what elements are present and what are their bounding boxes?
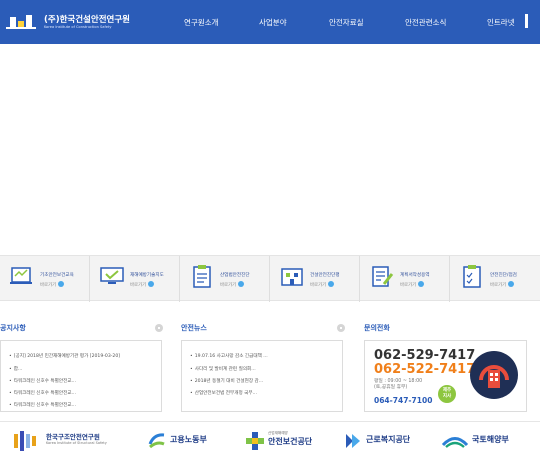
quick-link-go: 바로가기 [490, 283, 507, 288]
laptop-board-icon [10, 267, 32, 284]
nav-item-news[interactable]: 안전관련소식 [405, 17, 446, 28]
arrow-circle-icon [238, 281, 245, 287]
holiday-note: (토,공휴일 휴무) [374, 385, 408, 390]
jeju-branch-badge[interactable]: 제주 지사 [438, 385, 456, 403]
news-item[interactable]: 19.07.16 사고사망 감소 긴급대책 ... [190, 353, 268, 359]
quick-link-label: 안전진단/점검 [490, 273, 517, 278]
kiss-logo-icon [14, 431, 36, 451]
arrow-circle-icon [418, 281, 425, 287]
main-nav: 연구원소개 사업분야 안전자료실 안전관련소식 인트라넷 [0, 0, 540, 44]
quick-link-label: 기초안전보건교육 [40, 273, 74, 278]
building-icon [281, 268, 303, 286]
quick-link-diagnosis[interactable]: 산업법안전진단 바로가기 [180, 256, 270, 302]
notice-box: [공지] 2018년 민간재해예방기관 평가 [2019-03-20] 합...… [0, 340, 162, 412]
notice-item[interactable]: 타워크레인 신호수 특별안전교... [9, 378, 76, 384]
partner-kiss[interactable]: 한국구조안전연구원 Korea Institute of Structural … [12, 429, 127, 453]
partner-moel[interactable]: 고용노동부 [148, 429, 228, 453]
nav-item-business[interactable]: 사업분야 [259, 17, 287, 28]
kosha-logo-icon [246, 432, 264, 450]
quick-link-prevention[interactable]: 재해예방기술지도 바로가기 [90, 256, 180, 302]
notice-item[interactable]: 타워크레인 신호수 특별안전교... [9, 390, 76, 396]
document-pen-icon [372, 266, 394, 287]
monitor-check-icon [100, 267, 124, 284]
quick-link-go: 바로가기 [310, 283, 327, 288]
quick-link-label: 계획서작성용역 [400, 273, 430, 278]
quick-link-construction[interactable]: 건설안전진단평 바로가기 [270, 256, 360, 302]
partner-name: 안전보건공단 [268, 437, 313, 446]
phone-building-icon [470, 351, 518, 399]
partner-name: 국토해양부 [472, 435, 509, 444]
quick-link-plan[interactable]: 계획서작성용역 바로가기 [360, 256, 450, 302]
partner-comwel[interactable]: 근로복지공단 [344, 429, 424, 453]
arrow-circle-icon [58, 281, 65, 287]
partner-name: 근로복지공단 [366, 435, 411, 444]
phone-sub[interactable]: 062-522-7417 [374, 362, 475, 377]
partner-kosha[interactable]: 산업재해예방 안전보건공단 [246, 429, 326, 453]
arrow-circle-icon [508, 281, 515, 287]
partner-molit[interactable]: 국토해양부 [442, 429, 532, 453]
notice-more-icon[interactable] [155, 324, 163, 332]
notice-item[interactable]: 합... [9, 366, 23, 372]
quick-link-go: 바로가기 [40, 283, 57, 288]
quick-link-education[interactable]: 기초안전보건교육 바로가기 [0, 256, 90, 302]
quick-link-inspection[interactable]: 안전진단/점검 바로가기 [450, 256, 540, 302]
partner-name: 고용노동부 [170, 435, 207, 444]
quick-link-label: 재해예방기술지도 [130, 273, 164, 278]
partner-name: 한국구조안전연구원 [46, 433, 100, 441]
notice-item[interactable]: [공지] 2018년 민간재해예방기관 평가 [2019-03-20] [9, 353, 120, 359]
comwel-logo-icon [346, 434, 360, 448]
partner-sub: Korea Institute of Structural Safety [46, 441, 107, 445]
nav-edge-marker [525, 14, 528, 28]
news-item[interactable]: 산업안전보건법 전부개정 국무... [190, 390, 257, 396]
partner-logos: 한국구조안전연구원 Korea Institute of Structural … [0, 421, 540, 462]
quick-links-bar: 기초안전보건교육 바로가기 재해예방기술지도 바로가기 산업법안전진단 바로가기… [0, 255, 540, 302]
quick-link-go: 바로가기 [130, 283, 147, 288]
nav-item-about[interactable]: 연구원소개 [184, 17, 219, 28]
news-title[interactable]: 안전뉴스 [181, 323, 207, 333]
news-item[interactable]: 사다리 및 발비계 관련 질의회... [190, 366, 256, 372]
phone-main[interactable]: 062-529-7417 [374, 348, 475, 363]
arrow-circle-icon [148, 281, 155, 287]
clipboard-list-icon [193, 265, 211, 288]
contact-title: 문의전화 [364, 324, 390, 332]
notice-item[interactable]: 타워크레인 신호수 특별안전교... [9, 402, 76, 408]
arrow-circle-icon [328, 281, 335, 287]
quick-link-label: 산업법안전진단 [220, 273, 250, 278]
quick-link-label: 건설안전진단평 [310, 273, 340, 278]
news-more-icon[interactable] [337, 324, 345, 332]
contact-box: 062-529-7417 062-522-7417 평일 : 09:00 ~ 1… [364, 340, 527, 412]
top-header: (주)한국건설안전연구원 Korea Institute of Construc… [0, 0, 540, 44]
phone-extra[interactable]: 064-747-7100 [374, 396, 432, 405]
quick-link-go: 바로가기 [400, 283, 417, 288]
news-item[interactable]: 2018년 동절기 대비 건설현장 감... [190, 378, 263, 384]
clipboard-check-icon [463, 265, 481, 288]
molit-logo-icon [442, 437, 468, 448]
notice-title[interactable]: 공지사항 [0, 323, 26, 333]
nav-item-resources[interactable]: 안전자료실 [329, 17, 364, 28]
nav-item-intranet[interactable]: 인트라넷 [487, 17, 515, 28]
quick-link-go: 바로가기 [220, 283, 237, 288]
moel-logo-icon [148, 433, 165, 449]
news-box: 19.07.16 사고사망 감소 긴급대책 ... 사다리 및 발비계 관련 질… [181, 340, 343, 412]
